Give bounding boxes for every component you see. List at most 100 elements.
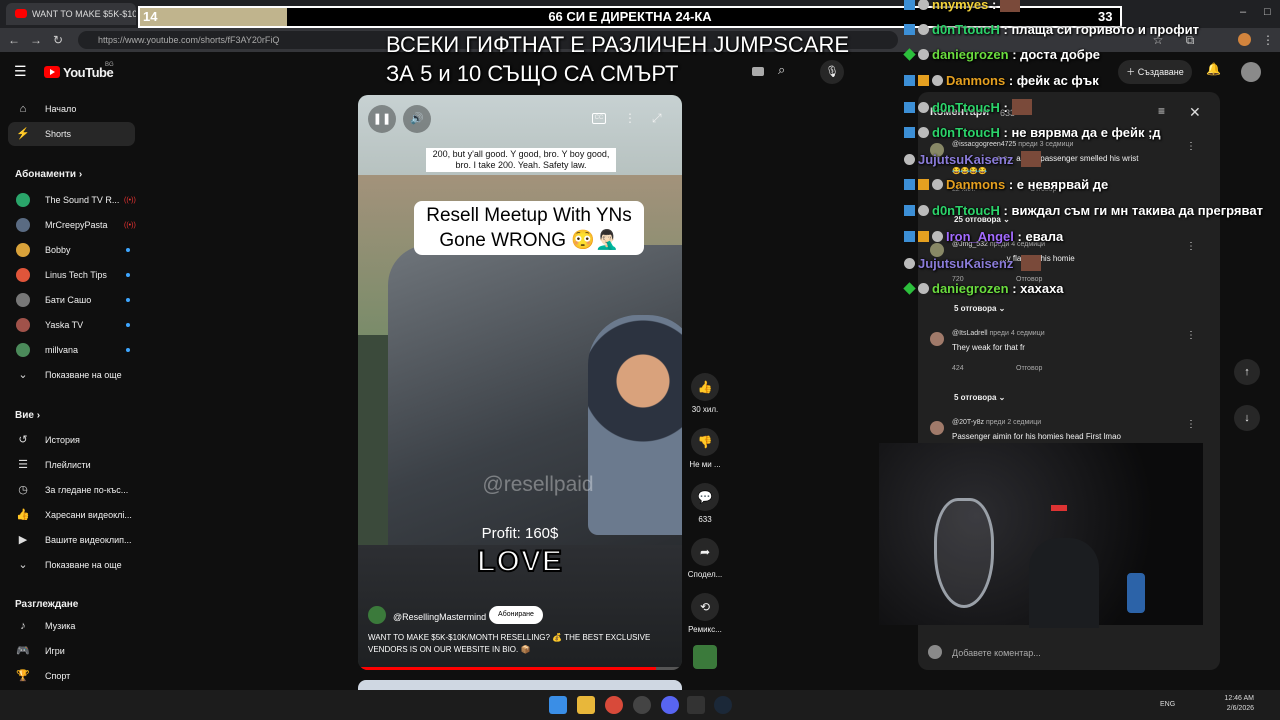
subscriptions-heading[interactable]: Абонаменти ›: [15, 169, 82, 180]
volume-icon[interactable]: 🔊: [403, 105, 431, 133]
account-avatar[interactable]: [1241, 62, 1261, 82]
sidebar-item-label: Yaska TV: [45, 320, 84, 330]
channel-avatar: [16, 318, 30, 332]
comment-author[interactable]: @ItsLadrell преди 4 седмици: [952, 330, 1045, 337]
sidebar-item-subscription[interactable]: MrCreepyPasta ((•)): [8, 213, 136, 237]
maximize-icon[interactable]: □: [1264, 6, 1271, 18]
sidebar-show-more[interactable]: ⌄ Показване на още: [8, 553, 135, 577]
sidebar-item-home[interactable]: ⌂ Начало: [8, 97, 135, 121]
chrome-icon[interactable]: [605, 696, 623, 714]
sidebar-item-your-videos[interactable]: ▶ Вашите видеоклип...: [8, 528, 135, 552]
sidebar-item-watch-later[interactable]: ◷ За гледане по-къс...: [8, 478, 135, 502]
chat-text: :: [992, 0, 997, 12]
chevron-down-icon: ⌄: [18, 369, 28, 381]
dislike-button[interactable]: 👎 Не ми ...: [686, 428, 724, 469]
reply-button[interactable]: Отговор: [1016, 365, 1042, 372]
taskbar-clock[interactable]: 12:46 AM 2/6/2026: [1218, 694, 1254, 714]
sidebar-item-subscription[interactable]: The Sound TV R... ((•)): [8, 188, 136, 212]
commenter-avatar[interactable]: [930, 421, 944, 435]
comment-menu-icon[interactable]: ⋮: [1186, 419, 1196, 430]
explore-heading: Разглеждане: [15, 599, 79, 610]
comment-menu-icon[interactable]: ⋮: [1186, 330, 1196, 341]
sidebar-show-more[interactable]: ⌄ Показване на още: [8, 363, 135, 387]
share-button[interactable]: ➦ Сподел...: [686, 538, 724, 579]
like-button[interactable]: 👍 30 хил.: [686, 373, 724, 414]
steam-icon[interactable]: [714, 696, 732, 714]
sidebar-item-subscription[interactable]: millvana: [8, 338, 135, 362]
shorts-player[interactable]: ❚❚ 🔊 CC ⋮ ⤢ 200, but y'all good. Y good,…: [358, 95, 682, 670]
minimize-icon[interactable]: –: [1240, 6, 1246, 18]
sidebar-item-subscription[interactable]: Бати Сашо: [8, 288, 135, 312]
chat-text: : доста добре: [1012, 47, 1100, 62]
windows-start-icon[interactable]: [549, 696, 567, 714]
chevron-right-icon: ›: [78, 169, 83, 180]
comment-author[interactable]: @20T-y8z преди 2 седмици: [952, 419, 1041, 426]
you-heading[interactable]: Вие ›: [15, 410, 40, 421]
obs-icon[interactable]: [633, 696, 651, 714]
mic-icon[interactable]: 🎙: [820, 60, 844, 84]
keyboard-icon[interactable]: [752, 67, 764, 76]
chat-badge-icon: [903, 282, 916, 295]
next-short-icon[interactable]: ↓: [1234, 405, 1260, 431]
file-explorer-icon[interactable]: [577, 696, 595, 714]
terminal-icon[interactable]: [687, 696, 705, 714]
comment-menu-icon[interactable]: ⋮: [1186, 241, 1196, 252]
captions-icon[interactable]: CC: [592, 113, 606, 124]
sort-icon[interactable]: ≡: [1158, 104, 1174, 120]
previous-short-icon[interactable]: ↑: [1234, 359, 1260, 385]
close-icon[interactable]: ✕: [1189, 104, 1205, 120]
sidebar-item-subscription[interactable]: Bobby: [8, 238, 135, 262]
chat-badge-icon: [904, 258, 915, 269]
sound-thumbnail[interactable]: [693, 645, 717, 669]
sidebar-item-playlists[interactable]: ☰ Плейлисти: [8, 453, 135, 477]
menu-dots-icon[interactable]: ⋮: [1260, 32, 1276, 48]
discord-icon[interactable]: [661, 696, 679, 714]
reload-icon[interactable]: ↻: [50, 32, 66, 48]
new-content-dot: [126, 273, 130, 277]
video-progress-bar[interactable]: [358, 667, 682, 670]
video-description[interactable]: WANT TO MAKE $5K-$10K/MONTH RESELLING? 💰…: [368, 632, 668, 656]
thumbs-down-icon: 👎: [691, 428, 719, 456]
remix-button[interactable]: ⟲ Ремикс...: [686, 593, 724, 634]
hamburger-menu-icon[interactable]: ☰: [14, 64, 30, 78]
channel-avatar[interactable]: [368, 606, 386, 624]
sidebar-item-liked[interactable]: 👍 Харесани видеоклі...: [8, 503, 135, 527]
sidebar-item-subscription[interactable]: Yaska TV: [8, 313, 135, 337]
create-button[interactable]: ＋ Създаване: [1118, 60, 1192, 84]
fullscreen-icon[interactable]: ⤢: [652, 111, 662, 126]
replies-toggle[interactable]: 5 отговора ⌄: [954, 393, 1005, 402]
sidebar-item-history[interactable]: ↺ История: [8, 428, 135, 452]
search-icon[interactable]: ⌕: [778, 62, 802, 82]
channel-name[interactable]: @ResellingMastermind: [393, 612, 486, 622]
comments-button[interactable]: 💬 633: [686, 483, 724, 524]
notifications-bell-icon[interactable]: 🔔: [1206, 62, 1224, 80]
extension-icon[interactable]: [1238, 33, 1251, 46]
forward-icon[interactable]: →: [28, 32, 44, 48]
chat-message: daniegrozen : хахаха: [903, 281, 1064, 296]
comment-menu-icon[interactable]: ⋮: [1186, 141, 1196, 152]
comment-author[interactable]: @issacgogreen4725 преди 3 седмици: [952, 141, 1073, 148]
sidebar-item-label: Показване на още: [45, 560, 122, 570]
commenter-avatar[interactable]: [930, 332, 944, 346]
video-watermark: @resellpaid: [482, 473, 594, 496]
new-content-dot: [126, 248, 130, 252]
back-icon[interactable]: ←: [6, 32, 22, 48]
chat-emote-icon: [1020, 255, 1041, 271]
chat-username: d0nTtoucH: [932, 125, 1000, 140]
more-options-icon[interactable]: ⋮: [624, 111, 636, 125]
pause-icon[interactable]: ❚❚: [368, 105, 396, 133]
video-icon: ▶: [18, 534, 28, 546]
language-indicator[interactable]: ENG: [1160, 701, 1175, 708]
sidebar-item-shorts[interactable]: ⚡ Shorts: [8, 122, 135, 146]
browser-tab[interactable]: WANT TO MAKE $5K-$10K: [6, 3, 136, 25]
youtube-logo[interactable]: YouTube BG: [44, 62, 114, 80]
replies-toggle[interactable]: 5 отговора ⌄: [954, 304, 1005, 313]
sidebar-item-subscription[interactable]: Linus Tech Tips: [8, 263, 135, 287]
sidebar-item-gaming[interactable]: 🎮 Игри: [8, 639, 135, 663]
next-short-preview[interactable]: [358, 680, 682, 690]
subscribe-button[interactable]: Абониране: [489, 606, 543, 624]
sidebar-item-label: Харесани видеоклі...: [45, 510, 132, 520]
sidebar-item-music[interactable]: ♪ Музика: [8, 614, 135, 638]
sidebar-item-sports[interactable]: 🏆 Спорт: [8, 664, 135, 688]
add-comment-field[interactable]: Добавете коментар...: [928, 640, 1208, 664]
